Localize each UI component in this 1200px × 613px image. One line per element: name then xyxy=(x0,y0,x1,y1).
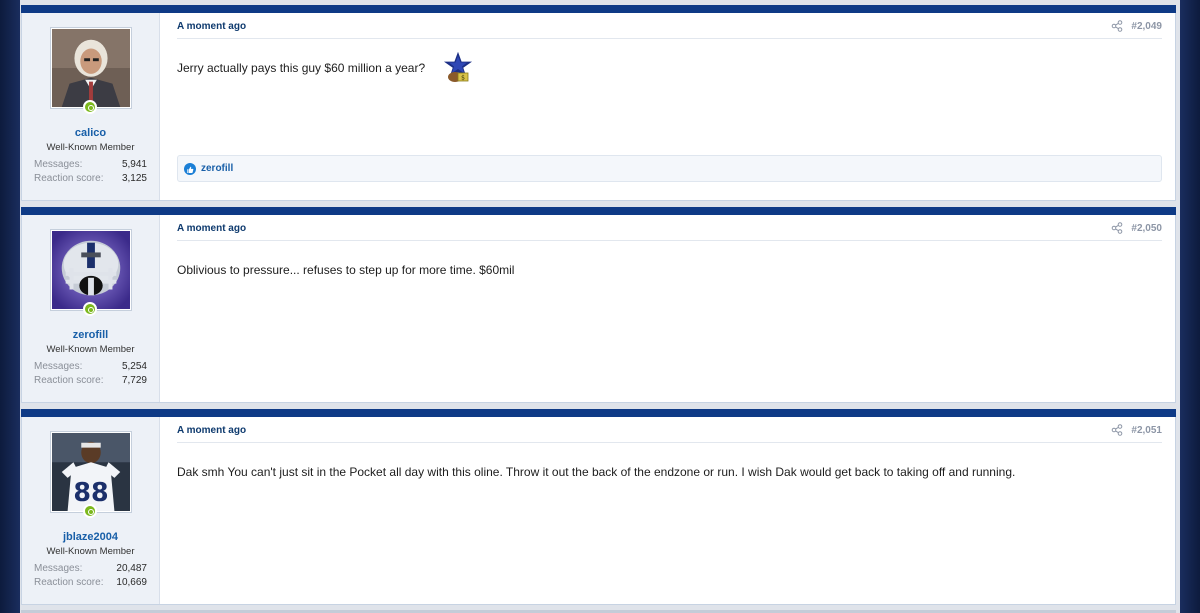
messages-value: 5,941 xyxy=(121,159,147,170)
messages-label: Messages: xyxy=(34,361,83,372)
reaction-score-label: Reaction score: xyxy=(34,173,104,184)
messages-value: 5,254 xyxy=(121,361,147,372)
user-info-panel: calico Well-Known Member Messages: 5,941… xyxy=(22,13,160,200)
post-number[interactable]: #2,051 xyxy=(1131,425,1162,436)
post-number[interactable]: #2,049 xyxy=(1131,21,1162,32)
post-2051: 88 jblaze2004 Well-Known Member Messages… xyxy=(21,409,1176,605)
messages-label: Messages: xyxy=(34,159,83,170)
svg-text:88: 88 xyxy=(73,477,108,507)
reaction-users[interactable]: zerofill xyxy=(201,163,233,174)
user-title: Well-Known Member xyxy=(46,142,135,153)
reaction-score-value: 10,669 xyxy=(116,577,147,588)
username[interactable]: jblaze2004 xyxy=(22,531,159,543)
post-message: Jerry actually pays this guy $60 million… xyxy=(177,61,426,75)
thumbs-up-icon xyxy=(184,163,196,175)
online-status-icon xyxy=(83,302,97,316)
svg-text:$: $ xyxy=(461,75,465,82)
username[interactable]: zerofill xyxy=(22,329,159,341)
cowboys-star-money-smiley: $ xyxy=(441,49,475,82)
cowboys-helmet-avatar xyxy=(52,231,130,309)
post-time[interactable]: A moment ago xyxy=(177,21,246,32)
messages-value: 20,487 xyxy=(116,563,147,574)
reaction-score-stat: Reaction score: 10,669 xyxy=(34,577,147,588)
divider xyxy=(177,240,1162,241)
man-portrait-avatar xyxy=(52,29,130,107)
divider xyxy=(177,442,1162,443)
reaction-score-value: 7,729 xyxy=(121,375,147,386)
messages-label: Messages: xyxy=(34,563,83,574)
avatar[interactable] xyxy=(50,27,132,109)
messages-stat: Messages: 5,254 xyxy=(34,361,147,372)
messages-stat: Messages: 5,941 xyxy=(34,159,147,170)
user-title: Well-Known Member xyxy=(46,344,135,355)
online-status-icon xyxy=(83,504,97,518)
share-icon[interactable] xyxy=(1111,20,1123,32)
avatar[interactable]: 88 xyxy=(50,431,132,513)
post-2050: zerofill Well-Known Member Messages: 5,2… xyxy=(21,207,1176,403)
share-icon[interactable] xyxy=(1111,222,1123,234)
messages-stat: Messages: 20,487 xyxy=(34,563,147,574)
username[interactable]: calico xyxy=(22,127,159,139)
post-2049: calico Well-Known Member Messages: 5,941… xyxy=(21,5,1176,201)
share-icon[interactable] xyxy=(1111,424,1123,436)
reaction-score-label: Reaction score: xyxy=(34,375,104,386)
post-message: Dak smh You can't just sit in the Pocket… xyxy=(177,465,1016,479)
user-info-panel: zerofill Well-Known Member Messages: 5,2… xyxy=(22,215,160,402)
user-title: Well-Known Member xyxy=(46,546,135,557)
player-88-avatar: 88 xyxy=(52,433,130,511)
post-message: Oblivious to pressure... refuses to step… xyxy=(177,263,515,277)
post-time[interactable]: A moment ago xyxy=(177,223,246,234)
user-info-panel: 88 jblaze2004 Well-Known Member Messages… xyxy=(22,417,160,604)
divider xyxy=(177,38,1162,39)
reaction-score-value: 3,125 xyxy=(121,173,147,184)
reaction-score-stat: Reaction score: 3,125 xyxy=(34,173,147,184)
reactions-bar[interactable]: zerofill xyxy=(177,155,1162,182)
post-number[interactable]: #2,050 xyxy=(1131,223,1162,234)
reaction-score-label: Reaction score: xyxy=(34,577,104,588)
online-status-icon xyxy=(83,100,97,114)
reaction-score-stat: Reaction score: 7,729 xyxy=(34,375,147,386)
post-time[interactable]: A moment ago xyxy=(177,425,246,436)
avatar[interactable] xyxy=(50,229,132,311)
